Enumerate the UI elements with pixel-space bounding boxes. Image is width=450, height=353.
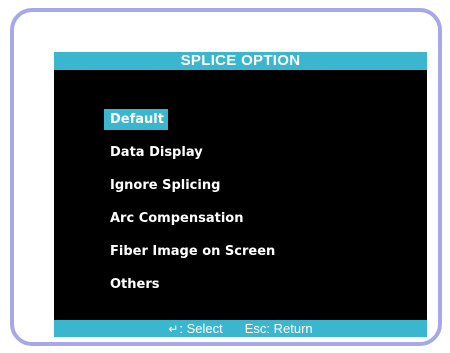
device-frame: SPLICE OPTION Default Data Display Ignor…	[10, 8, 442, 346]
page-title: SPLICE OPTION	[54, 52, 427, 70]
menu-item-arc-compensation[interactable]: Arc Compensation	[104, 208, 279, 229]
splice-option-menu: Default Data Display Ignore Splicing Arc…	[104, 109, 279, 307]
menu-item-ignore-splicing[interactable]: Ignore Splicing	[104, 175, 279, 196]
menu-item-label: Ignore Splicing	[110, 178, 221, 193]
menu-item-others[interactable]: Others	[104, 274, 279, 295]
menu-item-label: Arc Compensation	[110, 211, 244, 226]
menu-item-label: Fiber Image on Screen	[110, 244, 276, 259]
menu-item-label: Default	[104, 109, 168, 130]
menu-item-data-display[interactable]: Data Display	[104, 142, 279, 163]
select-hint: : Select	[179, 321, 223, 336]
menu-item-fiber-image-on-screen[interactable]: Fiber Image on Screen	[104, 241, 279, 262]
menu-item-label: Data Display	[110, 145, 203, 160]
menu-item-label: Others	[110, 277, 160, 292]
status-bar: ↵: Select Esc: Return	[54, 320, 427, 337]
device-screen: SPLICE OPTION Default Data Display Ignor…	[54, 52, 427, 337]
return-hint: Esc: Return	[244, 321, 313, 336]
menu-item-default[interactable]: Default	[104, 109, 279, 130]
enter-key-icon: ↵	[168, 322, 179, 336]
